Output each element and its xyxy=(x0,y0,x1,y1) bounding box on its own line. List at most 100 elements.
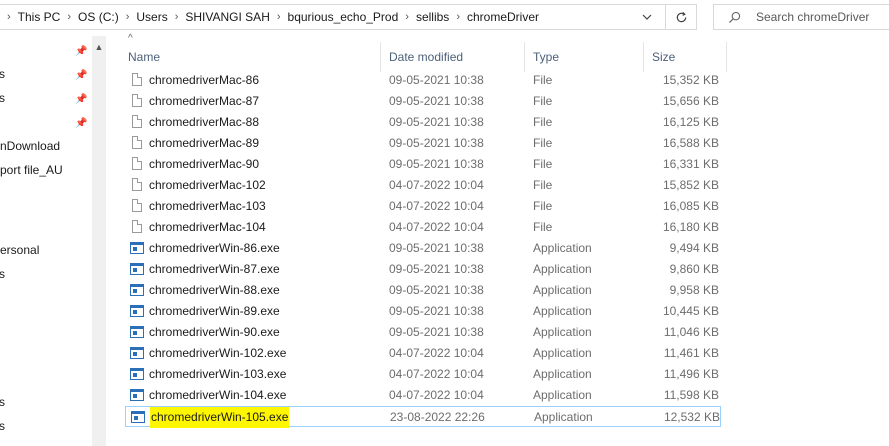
file-size: 11,046 KB xyxy=(663,325,719,339)
file-name[interactable]: chromedriverWin-103.exe xyxy=(149,364,286,385)
file-row[interactable]: chromedriverMac-86 09-05-2021 10:38 File 15… xyxy=(125,70,721,91)
file-name[interactable]: chromedriverMac-102 xyxy=(149,175,266,196)
pin-icon[interactable]: 📌 xyxy=(75,70,87,82)
file-name[interactable]: chromedriverWin-89.exe xyxy=(149,301,280,322)
file-size: 15,656 KB xyxy=(662,94,719,108)
chevron-right-icon[interactable]: › xyxy=(168,11,186,23)
file-row[interactable]: chromedriverWin-87.exe 09-05-2021 10:38 Ap… xyxy=(125,259,721,280)
chevron-right-icon[interactable]: › xyxy=(60,11,78,23)
file-size: 15,352 KB xyxy=(662,73,719,87)
nav-item[interactable]: nDownload xyxy=(0,135,60,157)
file-type: Application xyxy=(533,388,592,402)
file-type: File xyxy=(533,115,553,129)
file-date-modified: 09-05-2021 10:38 xyxy=(389,94,484,108)
file-row[interactable]: chromedriverMac-104 04-07-2022 10:04 File 1… xyxy=(125,217,721,238)
file-name[interactable]: chromedriverWin-105.exe xyxy=(150,407,290,428)
breadcrumb-item[interactable]: SHIVANGI SAH xyxy=(185,10,269,24)
file-row[interactable]: chromedriverWin-89.exe 09-05-2021 10:38 Ap… xyxy=(125,301,721,322)
file-row[interactable]: chromedriverWin-105.exe 23-08-2022 22:26 A… xyxy=(125,406,721,428)
file-name[interactable]: chromedriverMac-88 xyxy=(149,112,259,133)
column-header-type[interactable]: Type xyxy=(525,42,644,72)
file-icon xyxy=(132,136,142,149)
application-icon xyxy=(130,326,144,338)
file-type: File xyxy=(533,94,553,108)
chevron-right-icon[interactable]: › xyxy=(449,11,467,23)
file-size: 16,085 KB xyxy=(662,199,719,213)
file-row[interactable]: chromedriverMac-103 04-07-2022 10:04 File 1… xyxy=(125,196,721,217)
nav-item[interactable]: s xyxy=(0,87,5,109)
file-row[interactable]: chromedriverWin-90.exe 09-05-2021 10:38 Ap… xyxy=(125,322,721,343)
file-name[interactable]: chromedriverMac-104 xyxy=(149,217,266,238)
search-box[interactable] xyxy=(713,4,889,30)
refresh-button[interactable] xyxy=(665,5,696,29)
file-type: File xyxy=(533,220,553,234)
breadcrumb-item[interactable]: chromeDriver xyxy=(467,10,539,24)
nav-item[interactable]: s xyxy=(0,63,5,85)
nav-item[interactable]: port file_AU xyxy=(0,159,63,181)
file-row[interactable]: chromedriverWin-88.exe 09-05-2021 10:38 Ap… xyxy=(125,280,721,301)
scroll-up-arrow-icon[interactable]: ▲ xyxy=(92,40,106,54)
file-date-modified: 04-07-2022 10:04 xyxy=(389,178,484,192)
file-row[interactable]: chromedriverWin-102.exe 04-07-2022 10:04 A… xyxy=(125,343,721,364)
column-header-date-modified[interactable]: Date modified xyxy=(381,42,525,72)
column-header-name[interactable]: Name xyxy=(120,42,381,72)
nav-item[interactable]: s xyxy=(0,391,5,413)
nav-item[interactable]: ersonal xyxy=(0,239,39,261)
nav-item[interactable]: s xyxy=(0,415,5,437)
file-date-modified: 09-05-2021 10:38 xyxy=(389,136,484,150)
file-name[interactable]: chromedriverMac-103 xyxy=(149,196,266,217)
file-row[interactable]: chromedriverMac-89 09-05-2021 10:38 File 16… xyxy=(125,133,721,154)
file-date-modified: 09-05-2021 10:38 xyxy=(389,157,484,171)
breadcrumb-item[interactable]: sellibs xyxy=(416,10,449,24)
file-row[interactable]: chromedriverWin-86.exe 09-05-2021 10:38 Ap… xyxy=(125,238,721,259)
pin-icon[interactable]: 📌 xyxy=(75,94,87,106)
address-history-dropdown[interactable] xyxy=(632,5,662,29)
chevron-right-icon[interactable]: › xyxy=(0,11,18,23)
application-icon xyxy=(130,389,144,401)
pin-icon[interactable]: 📌 xyxy=(75,46,87,58)
file-size: 11,598 KB xyxy=(663,388,719,402)
file-type: Application xyxy=(533,325,592,339)
nav-item[interactable]: s xyxy=(0,263,5,285)
file-name[interactable]: chromedriverWin-88.exe xyxy=(149,280,280,301)
file-row[interactable]: chromedriverMac-87 09-05-2021 10:38 File 15… xyxy=(125,91,721,112)
chevron-right-icon[interactable]: › xyxy=(270,11,288,23)
file-date-modified: 04-07-2022 10:04 xyxy=(389,220,484,234)
file-date-modified: 04-07-2022 10:04 xyxy=(389,367,484,381)
file-icon xyxy=(132,115,142,128)
nav-scrollbar[interactable]: ▲ xyxy=(92,36,106,446)
breadcrumb-item[interactable]: This PC xyxy=(18,10,61,24)
search-icon xyxy=(714,11,754,24)
breadcrumb-item[interactable]: Users xyxy=(136,10,167,24)
file-row[interactable]: chromedriverMac-90 09-05-2021 10:38 File 16… xyxy=(125,154,721,175)
file-name[interactable]: chromedriverMac-87 xyxy=(149,91,259,112)
file-name[interactable]: chromedriverMac-90 xyxy=(149,154,259,175)
breadcrumb-item[interactable]: bqurious_echo_Prod xyxy=(288,10,399,24)
chevron-right-icon[interactable]: › xyxy=(398,11,416,23)
file-row[interactable]: chromedriverWin-103.exe 04-07-2022 10:04 A… xyxy=(125,364,721,385)
breadcrumb-item[interactable]: OS (C:) xyxy=(78,10,119,24)
file-row[interactable]: chromedriverMac-88 09-05-2021 10:38 File 16… xyxy=(125,112,721,133)
file-name[interactable]: chromedriverMac-89 xyxy=(149,133,259,154)
file-name[interactable]: chromedriverWin-102.exe xyxy=(149,343,286,364)
column-header-size[interactable]: Size xyxy=(644,42,727,72)
file-type: Application xyxy=(533,304,592,318)
file-row[interactable]: chromedriverMac-102 04-07-2022 10:04 File 1… xyxy=(125,175,721,196)
file-type: File xyxy=(533,199,553,213)
chevron-right-icon[interactable]: › xyxy=(119,11,137,23)
file-name[interactable]: chromedriverWin-87.exe xyxy=(149,259,280,280)
file-type: Application xyxy=(533,367,592,381)
pin-icon[interactable]: 📌 xyxy=(75,118,87,130)
file-row[interactable]: chromedriverWin-104.exe 04-07-2022 10:04 A… xyxy=(125,385,721,406)
search-input[interactable] xyxy=(754,9,888,25)
file-name[interactable]: chromedriverWin-86.exe xyxy=(149,238,280,259)
file-date-modified: 23-08-2022 22:26 xyxy=(390,410,485,424)
file-size: 9,958 KB xyxy=(669,283,719,297)
file-name[interactable]: chromedriverMac-86 xyxy=(149,70,259,91)
file-date-modified: 04-07-2022 10:04 xyxy=(389,388,484,402)
breadcrumb: › This PC › OS (C:) › Users › SHIVANGI S… xyxy=(0,5,696,29)
address-bar[interactable]: › This PC › OS (C:) › Users › SHIVANGI S… xyxy=(0,4,697,30)
file-name[interactable]: chromedriverWin-104.exe xyxy=(149,385,286,406)
file-name[interactable]: chromedriverWin-90.exe xyxy=(149,322,280,343)
file-icon xyxy=(132,157,142,170)
